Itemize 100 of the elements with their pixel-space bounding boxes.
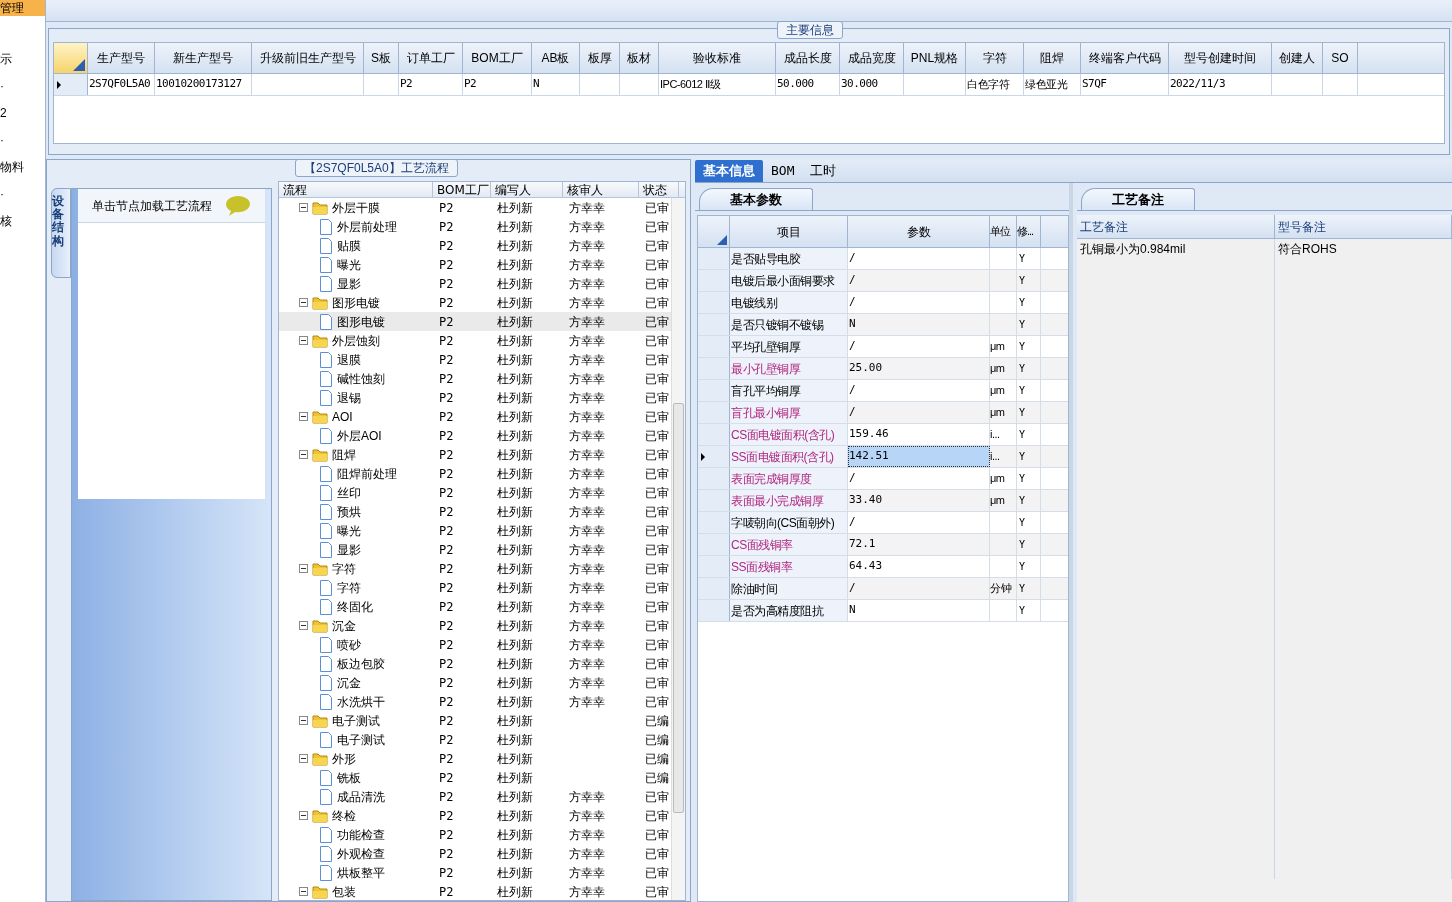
tree-node[interactable]: 电子测试 bbox=[337, 730, 385, 749]
nav-header[interactable]: 管理 bbox=[0, 0, 45, 16]
table-row[interactable]: SS面电镀面积(含孔) 142.51 i... Y bbox=[698, 446, 1068, 468]
row-header[interactable] bbox=[698, 534, 730, 555]
column-header[interactable]: 参数 bbox=[848, 216, 990, 247]
row-header[interactable] bbox=[698, 270, 730, 291]
selected-row[interactable]: 图形电镀 P2 杜列新 方幸幸 已审 bbox=[279, 312, 671, 331]
tree-node[interactable]: 外层干膜 bbox=[332, 198, 380, 217]
row-header[interactable] bbox=[698, 380, 730, 401]
tree-node[interactable]: 显影 bbox=[337, 540, 361, 559]
collapse-icon[interactable] bbox=[299, 203, 308, 212]
row-header[interactable] bbox=[54, 74, 88, 95]
tree-node[interactable]: 烘板整平 bbox=[337, 863, 385, 882]
tree-node[interactable]: 铣板 bbox=[337, 768, 361, 787]
row-header[interactable] bbox=[698, 402, 730, 423]
collapse-icon[interactable] bbox=[299, 716, 308, 725]
table-row[interactable]: 是否只镀铜不镀锡 N Y bbox=[698, 314, 1068, 336]
nav-item[interactable]: · bbox=[0, 187, 4, 201]
tree-node[interactable]: 碱性蚀刻 bbox=[337, 369, 385, 388]
column-header[interactable]: 修... bbox=[1017, 216, 1041, 247]
table-cell[interactable]: 142.51 bbox=[848, 446, 990, 467]
tree-node[interactable]: 终固化 bbox=[337, 597, 373, 616]
row-header[interactable] bbox=[698, 336, 730, 357]
tree-node[interactable]: 退膜 bbox=[337, 350, 361, 369]
table-row[interactable]: 盲孔平均铜厚 / μm Y bbox=[698, 380, 1068, 402]
row-header[interactable] bbox=[698, 512, 730, 533]
collapse-icon[interactable] bbox=[299, 412, 308, 421]
row-header[interactable] bbox=[698, 556, 730, 577]
table-row[interactable]: 除油时间 / 分钟 Y bbox=[698, 578, 1068, 600]
side-tab[interactable]: 设备结构 bbox=[51, 188, 71, 278]
tab[interactable]: 基本信息 bbox=[695, 160, 763, 182]
table-row[interactable]: CS面残铜率 72.1 Y bbox=[698, 534, 1068, 556]
tree-node[interactable]: 包装 bbox=[332, 882, 356, 900]
column-header[interactable]: 单位 bbox=[990, 216, 1017, 247]
tree-node[interactable]: 图形电镀 bbox=[337, 312, 385, 331]
tree-node[interactable]: 功能检查 bbox=[337, 825, 385, 844]
row-header[interactable] bbox=[698, 578, 730, 599]
tree-node[interactable]: 外形 bbox=[332, 749, 356, 768]
table-row[interactable]: 电镀后最小面铜要求 / Y bbox=[698, 270, 1068, 292]
tree-node[interactable]: 板边包胶 bbox=[337, 654, 385, 673]
tree-node[interactable]: 字符 bbox=[337, 578, 361, 597]
row-header[interactable] bbox=[698, 424, 730, 445]
column-header[interactable]: 板厚 bbox=[580, 43, 620, 73]
column-header[interactable]: 字符 bbox=[966, 43, 1024, 73]
nav-item[interactable]: · bbox=[0, 133, 4, 147]
tree-node[interactable]: 电子测试 bbox=[332, 711, 380, 730]
panel-tab[interactable]: 工艺备注 bbox=[1081, 188, 1195, 210]
column-header[interactable]: 升级前旧生产型号 bbox=[252, 43, 364, 73]
column-header[interactable]: 生产型号 bbox=[88, 43, 155, 73]
table-row[interactable]: 表面最小完成铜厚 33.40 μm Y bbox=[698, 490, 1068, 512]
table-row[interactable]: 是否为高精度阻抗 N Y bbox=[698, 600, 1068, 622]
tree-node[interactable]: 终检 bbox=[332, 806, 356, 825]
collapse-icon[interactable] bbox=[299, 754, 308, 763]
table-row[interactable]: 盲孔最小铜厚 / μm Y bbox=[698, 402, 1068, 424]
nav-item[interactable]: 物料 bbox=[0, 160, 24, 174]
tree-node[interactable]: 曝光 bbox=[337, 255, 361, 274]
row-header[interactable] bbox=[698, 358, 730, 379]
column-header[interactable]: 编写人 bbox=[491, 182, 563, 197]
tree-node[interactable]: 字符 bbox=[332, 559, 356, 578]
column-header[interactable]: 流程 bbox=[279, 182, 433, 197]
column-header[interactable]: 终端客户代码 bbox=[1081, 43, 1169, 73]
column-header[interactable]: 状态 bbox=[639, 182, 679, 197]
collapse-icon[interactable] bbox=[299, 811, 308, 820]
collapse-icon[interactable] bbox=[299, 887, 308, 896]
column-header[interactable]: S板 bbox=[364, 43, 399, 73]
column-header[interactable]: 型号创建时间 bbox=[1169, 43, 1272, 73]
tree-node[interactable]: 外层前处理 bbox=[337, 217, 397, 236]
scrollbar[interactable] bbox=[671, 198, 685, 900]
table-row[interactable]: CS面电镀面积(含孔) 159.46 i... Y bbox=[698, 424, 1068, 446]
tree-node[interactable]: 阻焊 bbox=[332, 445, 356, 464]
collapse-icon[interactable] bbox=[299, 621, 308, 630]
tree-node[interactable]: 显影 bbox=[337, 274, 361, 293]
column-header[interactable]: 工艺备注 bbox=[1077, 215, 1275, 238]
column-header[interactable]: SO bbox=[1323, 43, 1358, 73]
column-header[interactable]: 核审人 bbox=[563, 182, 639, 197]
column-header[interactable]: 阻焊 bbox=[1024, 43, 1081, 73]
nav-item[interactable]: · bbox=[0, 79, 4, 93]
row-header[interactable] bbox=[698, 600, 730, 621]
tree-node[interactable]: 退锡 bbox=[337, 388, 361, 407]
nav-item[interactable]: 示 bbox=[0, 52, 12, 66]
column-header[interactable]: 成品宽度 bbox=[840, 43, 904, 73]
table-row[interactable]: 电镀线别 / Y bbox=[698, 292, 1068, 314]
panel-tab[interactable]: 基本参数 bbox=[699, 188, 813, 210]
row-header[interactable] bbox=[698, 292, 730, 313]
tree-node[interactable]: 外观检查 bbox=[337, 844, 385, 863]
tree-node[interactable]: 沉金 bbox=[332, 616, 356, 635]
tree-node[interactable]: AOI bbox=[332, 407, 353, 426]
row-header[interactable] bbox=[698, 490, 730, 511]
table-row[interactable]: 平均孔壁铜厚 / μm Y bbox=[698, 336, 1068, 358]
column-header[interactable]: 成品长度 bbox=[776, 43, 840, 73]
column-header[interactable]: 验收标准 bbox=[659, 43, 776, 73]
collapse-icon[interactable] bbox=[299, 450, 308, 459]
column-header[interactable]: BOM工厂 bbox=[433, 182, 491, 197]
table-row[interactable]: 最小孔壁铜厚 25.00 μm Y bbox=[698, 358, 1068, 380]
table-row[interactable]: 是否贴导电胶 / Y bbox=[698, 248, 1068, 270]
row-header[interactable] bbox=[698, 468, 730, 489]
tree-node[interactable]: 成品清洗 bbox=[337, 787, 385, 806]
column-header[interactable]: BOM工厂 bbox=[463, 43, 532, 73]
tree-node[interactable]: 预烘 bbox=[337, 502, 361, 521]
nav-item[interactable]: 2 bbox=[0, 106, 7, 120]
